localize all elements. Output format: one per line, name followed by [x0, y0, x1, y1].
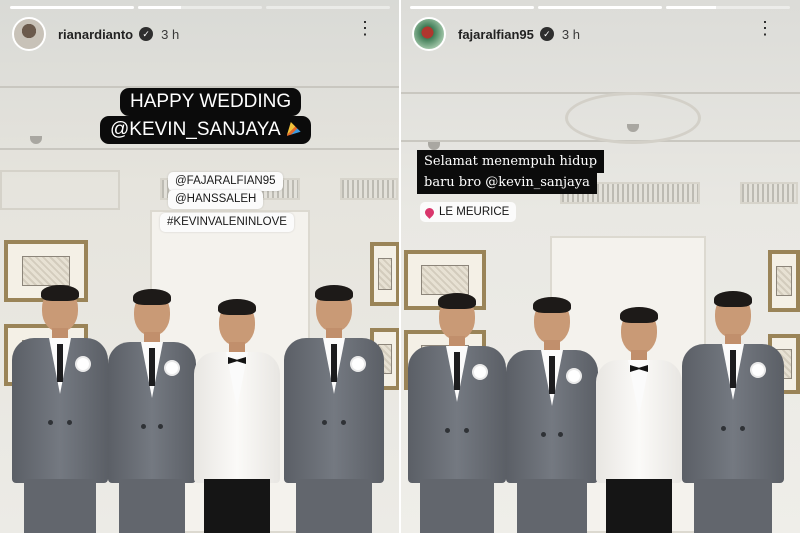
headline-line-2[interactable]: @KEVIN_SANJAYA [100, 116, 311, 144]
verified-badge-icon: ✓ [539, 27, 554, 41]
hashtag-sticker[interactable]: #KEVINVALENINLOVE [160, 213, 294, 232]
post-time: 3 h [561, 26, 580, 42]
headline-mention[interactable]: @KEVIN_SANJAYA [110, 119, 281, 140]
ceiling-molding [400, 92, 800, 94]
verified-badge-icon: ✓ [139, 27, 154, 41]
air-vent [740, 182, 798, 204]
ceiling-lamp [428, 142, 440, 150]
party-popper-icon [286, 122, 301, 136]
story-right[interactable]: fajaralfian95 ✓ 3 h ⋮ Selamat menempuh h… [400, 0, 800, 533]
caption-line-2[interactable]: baru bro @kevin_sanjaya [417, 171, 597, 194]
mention-sticker[interactable]: @HANSSALEH [168, 190, 264, 209]
story-header: fajaralfian95 ✓ 3 h ⋮ [412, 16, 788, 52]
divider [399, 0, 401, 533]
groomsman-photo [506, 297, 598, 533]
stories-composite: rianardianto ✓ 3 h ⋮ HAPPY WEDDING @KEVI… [0, 0, 800, 533]
username[interactable]: rianardianto [58, 27, 133, 42]
more-options-icon[interactable]: ⋮ [756, 19, 774, 37]
groomsman-photo [108, 289, 196, 533]
avatar[interactable] [12, 17, 46, 51]
location-sticker[interactable]: LE MEURICE [420, 202, 517, 222]
progress-fill [10, 6, 134, 9]
post-time: 3 h [161, 26, 180, 42]
ceiling-molding [0, 148, 400, 150]
story-progress [410, 6, 790, 9]
more-options-icon[interactable]: ⋮ [356, 19, 374, 37]
location-pin-icon [423, 205, 436, 219]
air-vent [340, 178, 398, 200]
ceiling-medallion [565, 92, 701, 144]
progress-fill [538, 6, 662, 9]
location-label[interactable]: LE MEURICE [439, 204, 509, 220]
story-header: rianardianto ✓ 3 h ⋮ [12, 16, 388, 52]
groom-photo [194, 299, 280, 533]
ceiling-lamp [30, 136, 42, 144]
progress-fill [410, 6, 534, 9]
username[interactable]: fajaralfian95 [458, 27, 534, 42]
progress-fill [138, 6, 182, 9]
progress-fill [666, 6, 716, 9]
groom-photo [596, 307, 682, 533]
headline-line-1: HAPPY WEDDING [120, 88, 302, 116]
story-left[interactable]: rianardianto ✓ 3 h ⋮ HAPPY WEDDING @KEVI… [0, 0, 400, 533]
groomsman-photo [682, 291, 784, 533]
mention-sticker[interactable]: @FAJARALFIAN95 [168, 172, 283, 191]
wall-panel [0, 170, 120, 210]
story-progress [10, 6, 390, 9]
groomsman-photo [408, 293, 506, 533]
groomsman-photo [284, 285, 384, 533]
caption-line-1: Selamat menempuh hidup [417, 150, 605, 173]
groomsman-photo [12, 285, 108, 533]
avatar[interactable] [412, 17, 446, 51]
